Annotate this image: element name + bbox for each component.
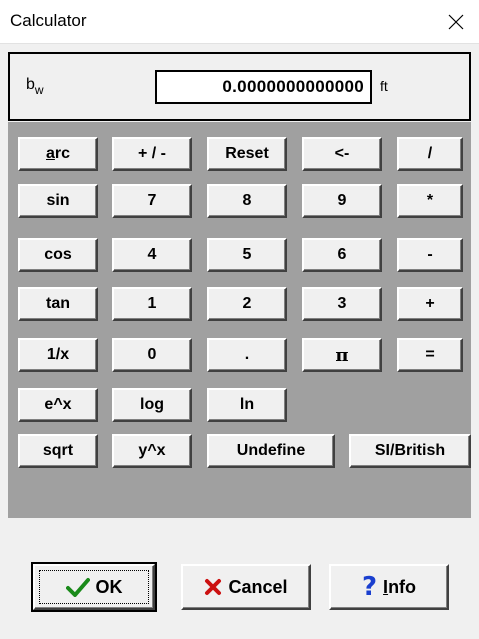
sin-button[interactable]: sin bbox=[18, 184, 98, 218]
checkmark-icon bbox=[65, 577, 90, 597]
decimal-button[interactable]: . bbox=[207, 338, 287, 372]
unit-label: ft bbox=[380, 78, 388, 94]
reciprocal-button[interactable]: 1/x bbox=[18, 338, 98, 372]
digit-9-button[interactable]: 9 bbox=[302, 184, 382, 218]
window-title: Calculator bbox=[10, 11, 87, 30]
backspace-button[interactable]: <- bbox=[302, 137, 382, 171]
plus-minus-button[interactable]: + / - bbox=[112, 137, 192, 171]
title-bar: Calculator bbox=[0, 0, 479, 44]
divide-button[interactable]: / bbox=[397, 137, 463, 171]
digit-0-button[interactable]: 0 bbox=[112, 338, 192, 372]
digit-4-button[interactable]: 4 bbox=[112, 238, 192, 272]
minus-button[interactable]: - bbox=[397, 238, 463, 272]
focus-ring bbox=[39, 570, 149, 604]
arc-button[interactable]: a rc bbox=[18, 137, 98, 171]
ln-button[interactable]: ln bbox=[207, 388, 287, 422]
power-button[interactable]: y^x bbox=[112, 434, 192, 468]
dialog-button-bar: OK Cancel ? Info bbox=[0, 518, 479, 639]
digit-6-button[interactable]: 6 bbox=[302, 238, 382, 272]
display-panel: bw 0.0000000000000 ft bbox=[8, 52, 471, 121]
close-icon[interactable] bbox=[433, 0, 479, 44]
multiply-button[interactable]: * bbox=[397, 184, 463, 218]
keypad: a rc + / - Reset <- / sin 7 8 9 * cos 4 5… bbox=[8, 122, 471, 518]
variable-label: bw bbox=[26, 76, 44, 97]
digit-3-button[interactable]: 3 bbox=[302, 287, 382, 321]
equals-button[interactable]: = bbox=[397, 338, 463, 372]
digit-8-button[interactable]: 8 bbox=[207, 184, 287, 218]
cancel-label: Cancel bbox=[228, 576, 288, 597]
plus-button[interactable]: + bbox=[397, 287, 463, 321]
ok-label: OK bbox=[95, 576, 123, 597]
digit-5-button[interactable]: 5 bbox=[207, 238, 287, 272]
cancel-button[interactable]: Cancel bbox=[181, 564, 311, 610]
value-field[interactable]: 0.0000000000000 bbox=[155, 70, 372, 104]
pi-button[interactable]: π bbox=[302, 338, 382, 372]
digit-2-button[interactable]: 2 bbox=[207, 287, 287, 321]
ok-button[interactable]: OK bbox=[31, 562, 157, 612]
x-icon bbox=[204, 578, 222, 596]
variable-subscript: w bbox=[34, 83, 44, 97]
digit-7-button[interactable]: 7 bbox=[112, 184, 192, 218]
question-mark-icon: ? bbox=[361, 572, 378, 602]
sqrt-button[interactable]: sqrt bbox=[18, 434, 98, 468]
cos-button[interactable]: cos bbox=[18, 238, 98, 272]
reset-button[interactable]: Reset bbox=[207, 137, 287, 171]
info-label: Info bbox=[383, 576, 417, 597]
si-british-button[interactable]: SI/British bbox=[349, 434, 471, 468]
tan-button[interactable]: tan bbox=[18, 287, 98, 321]
exp-button[interactable]: e^x bbox=[18, 388, 98, 422]
undefine-button[interactable]: Undefine bbox=[207, 434, 335, 468]
digit-1-button[interactable]: 1 bbox=[112, 287, 192, 321]
log-button[interactable]: log bbox=[112, 388, 192, 422]
info-button[interactable]: ? Info bbox=[329, 564, 449, 610]
